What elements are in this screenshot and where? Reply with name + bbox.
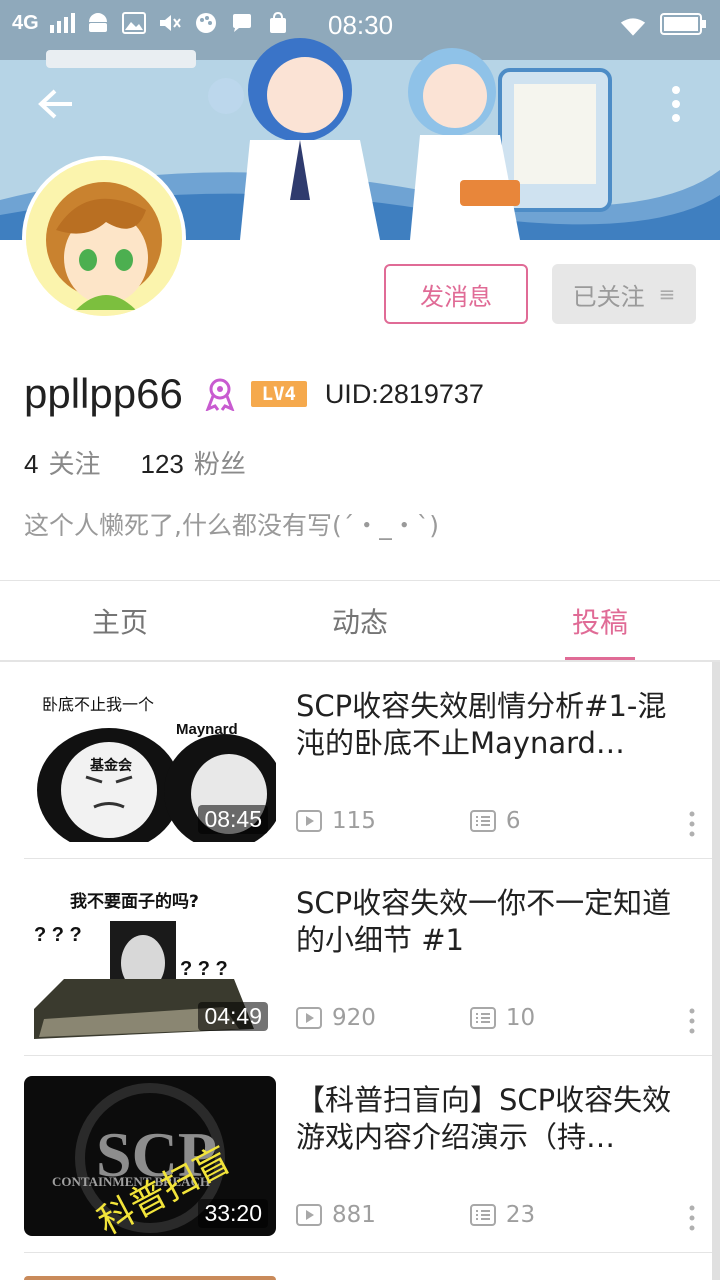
send-message-button[interactable]: 发消息	[384, 264, 528, 324]
user-id: UID:2819737	[324, 378, 484, 409]
list-item[interactable]: SCP CONTAINMENT BREACH 科普扫盲 33:20 【科普扫盲向…	[24, 1056, 712, 1253]
play-count-icon	[296, 1204, 322, 1226]
more-options-button[interactable]	[660, 82, 692, 126]
back-arrow-icon	[38, 89, 72, 119]
next-video-thumbnail[interactable]	[24, 1276, 276, 1280]
chat-icon	[229, 10, 255, 36]
tab-activity[interactable]: 动态	[240, 581, 480, 661]
comment-icon	[469, 1204, 496, 1226]
video-title[interactable]: SCP收容失效剧情分析#1-混沌的卧底不止Maynard…	[296, 688, 676, 762]
medal-icon[interactable]	[205, 377, 235, 412]
comment-count: 6	[505, 808, 521, 834]
followers-count[interactable]: 123	[140, 449, 183, 480]
video-more-button[interactable]	[684, 810, 700, 838]
thumb-caption-3: ? ? ?	[180, 958, 228, 980]
video-duration: 08:45	[198, 805, 268, 834]
wifi-icon	[620, 14, 646, 40]
thumb-caption-2: ? ? ?	[34, 924, 82, 946]
list-item[interactable]: 卧底不止我一个 Maynard 基金会 08:45 SCP收容失效剧情分析#1-…	[24, 662, 712, 859]
status-bar: 4G 08:30	[0, 0, 720, 50]
comment-count: 10	[505, 1005, 536, 1031]
thumb-caption-1: 卧底不止我一个	[42, 695, 154, 714]
view-count: 920	[332, 1005, 376, 1031]
follow-stats: 4 关注 123 粉丝	[24, 444, 246, 481]
clock: 08:30	[328, 10, 394, 40]
mute-icon	[157, 10, 183, 36]
video-more-button[interactable]	[684, 1007, 700, 1035]
scrollbar[interactable]	[712, 662, 720, 1280]
more-vert-icon	[689, 811, 695, 837]
video-meta: 881 23	[296, 1202, 535, 1228]
followed-button[interactable]: 已关注 ≡	[552, 264, 696, 324]
level-badge: LV4	[250, 381, 307, 407]
network-type: 4G	[12, 11, 39, 34]
following-count[interactable]: 4	[24, 449, 38, 480]
follow-menu-icon: ≡	[658, 282, 676, 306]
video-thumbnail[interactable]: 我不要面子的吗? ? ? ? ? ? ? 04:49	[24, 879, 276, 1039]
username: ppllpp66	[24, 370, 183, 417]
view-count: 115	[332, 808, 376, 834]
video-title[interactable]: 【科普扫盲向】SCP收容失效游戏内容介绍演示（持…	[296, 1082, 676, 1156]
comment-count: 23	[505, 1202, 536, 1228]
thumb-caption-2: Maynard	[176, 721, 238, 738]
view-count: 881	[332, 1202, 376, 1228]
palette-icon	[193, 10, 219, 36]
followed-label: 已关注	[572, 282, 645, 311]
video-thumbnail[interactable]: 卧底不止我一个 Maynard 基金会 08:45	[24, 682, 276, 842]
comment-icon	[469, 1007, 496, 1029]
more-vert-icon	[689, 1205, 695, 1231]
signal-icon	[49, 10, 75, 36]
play-count-icon	[296, 1007, 322, 1029]
more-vert-icon	[689, 1008, 695, 1034]
tab-uploads[interactable]: 投稿	[480, 581, 720, 661]
bio: 这个人懒死了,什么都没有写(´・_・`)	[24, 511, 439, 540]
android-icon	[85, 10, 111, 36]
video-more-button[interactable]	[684, 1204, 700, 1232]
profile-tabs: 主页 动态 投稿	[0, 581, 720, 661]
video-duration: 04:49	[198, 1002, 268, 1031]
battery-icon	[660, 12, 708, 41]
play-count-icon	[296, 810, 322, 832]
followers-label[interactable]: 粉丝	[194, 444, 246, 481]
thumb-caption-1: 我不要面子的吗?	[70, 891, 199, 912]
following-label[interactable]: 关注	[48, 444, 100, 481]
comment-icon	[469, 810, 496, 832]
video-meta: 115 6	[296, 808, 521, 834]
back-button[interactable]	[34, 82, 78, 126]
profile-name-row: ppllpp66 LV4 UID:2819737	[24, 366, 484, 422]
video-duration: 33:20	[198, 1199, 268, 1228]
list-item[interactable]: 我不要面子的吗? ? ? ? ? ? ? 04:49 SCP收容失效一你不一定知…	[24, 859, 712, 1056]
more-vert-icon	[672, 86, 680, 122]
thumb-caption-3: 基金会	[90, 757, 133, 774]
shopping-bag-icon	[265, 10, 291, 36]
image-notification-icon	[121, 10, 147, 36]
video-meta: 920 10	[296, 1005, 535, 1031]
video-thumbnail[interactable]: SCP CONTAINMENT BREACH 科普扫盲 33:20	[24, 1076, 276, 1236]
avatar[interactable]	[22, 156, 186, 320]
tab-home[interactable]: 主页	[0, 581, 240, 661]
video-title[interactable]: SCP收容失效一你不一定知道的小细节 #1	[296, 885, 676, 959]
video-list: 卧底不止我一个 Maynard 基金会 08:45 SCP收容失效剧情分析#1-…	[0, 662, 712, 1253]
